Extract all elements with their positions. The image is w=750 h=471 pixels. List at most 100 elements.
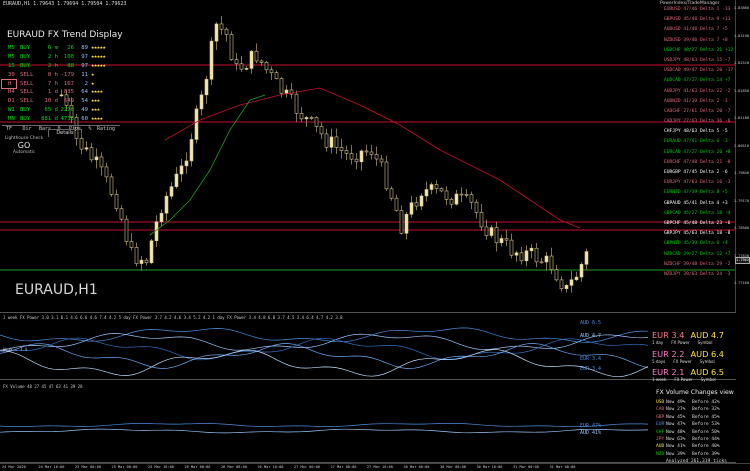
volume-cur: USD (656, 400, 665, 405)
trend-score: 60 (81, 116, 88, 123)
trend-score: 54 (81, 98, 88, 105)
fx-power-subwindow[interactable]: 1 week FX Power 3.0 3.1 6.1 4.6 6.6 4.6 … (0, 312, 736, 383)
trend-row-7[interactable]: W1 BUY 65 d 2270 49 ★★★ (2, 106, 120, 115)
trend-score: 11 (81, 71, 88, 78)
candle-body (374, 154, 379, 160)
fx-volume-line-0 (0, 423, 649, 428)
trend-stars: ★★★★★ (91, 62, 106, 69)
time-tick-8: 27 Mar 00:00 (294, 465, 320, 469)
trend-row-0[interactable]: M5 BUY 6 m 26 89 ★★★★★ (2, 44, 120, 53)
volume-cur: NZD (656, 451, 665, 457)
candle-body (419, 195, 424, 207)
candle-body (454, 193, 459, 205)
trend-stars: ★★★★ (91, 116, 103, 123)
candle-body (524, 250, 529, 262)
candle-body (309, 117, 314, 119)
fx-volume-lines (0, 423, 649, 434)
trend-rows: M5 BUY 6 m 26 89 ★★★★★ M5 BUY 2 h 100 97 ★★★★★ 15 BUY… (1, 44, 120, 124)
header-rating: Rating (96, 126, 116, 133)
candle-body (124, 218, 129, 242)
power-aud: AUD 6.4 (690, 348, 725, 359)
price-tick-6: 1.79840 (733, 171, 749, 175)
candle-body (339, 147, 344, 151)
details-tab[interactable]: Details (48, 129, 82, 137)
time-tick-7: 26 Mar 16:00 (257, 465, 284, 469)
candle-body (264, 62, 269, 71)
go-button[interactable]: GO (2, 142, 46, 150)
trend-stars: ★★★ (91, 107, 100, 114)
lighthouse-box: Lighthouse Check GO Automatic (2, 136, 46, 158)
candle-body (354, 158, 359, 163)
power-panel-values: EUR 2.1 AUD 6.5 (652, 368, 736, 377)
fx-volume-label: FX Volume 48 27 45 47 63 41 39 28 (3, 384, 83, 389)
candle-body (219, 23, 224, 30)
price-axis[interactable]: 1.83860 1.83190 1.82520 1.81850 1.81180 1.805… (733, 0, 750, 312)
trend-pips: 88 (67, 62, 74, 69)
trend-score: 49 (81, 107, 88, 114)
trend-row-4[interactable]: H SELL 7 h 167 2 ★ (1, 78, 120, 90)
trend-dir: SELL (20, 80, 34, 87)
power-panel-meta: 5 days FX Power Symbol (652, 359, 736, 364)
trend-stars: ★★★ (91, 98, 100, 105)
candle-body (549, 255, 554, 270)
candle-body (194, 108, 199, 140)
trend-row-6[interactable]: D1 SELL 10 d 549 54 ★★★ (2, 97, 120, 106)
candle-body (244, 68, 249, 70)
trend-row-5[interactable]: H4 SELL 1 d 835 64 ★★★★ (2, 88, 120, 97)
power-panel-2: EUR 2.1 AUD 6.5 1 week FX Power Symbol (652, 368, 736, 383)
candle-body (414, 202, 419, 207)
candle-body (269, 69, 274, 73)
time-tick-2: 25 Mar 00:00 (75, 465, 101, 469)
candle-body (369, 151, 374, 155)
trend-tf: D1 (8, 98, 15, 105)
price-tick-10: 1.77160 (733, 281, 749, 285)
trailing-red-line (164, 87, 581, 229)
volume-cur: CHF (656, 429, 665, 435)
trend-dir: SELL (20, 98, 34, 105)
volume-before: Before 32% (692, 407, 720, 413)
trend-row-3[interactable]: 30 SELL 8 h -179 11 ★ (2, 71, 120, 80)
fx-power-curr-2: EUR 3.4 (580, 356, 602, 362)
candle-body (574, 276, 579, 281)
header-pct: % (88, 126, 92, 133)
candle-body (99, 156, 104, 168)
candle-body (324, 133, 329, 148)
trend-score: 64 (81, 89, 88, 96)
candle-body (359, 150, 364, 163)
fx-power-label: 1 week FX Power 3.0 3.1 6.1 4.6 6.6 4.6 … (3, 315, 343, 320)
trend-dir: SELL (20, 89, 34, 96)
candle-body (304, 117, 309, 120)
power-eur: EUR 3.4 (652, 330, 685, 340)
candle-body (139, 259, 144, 264)
candle-body (249, 50, 254, 69)
candle-body (134, 247, 139, 264)
candle-body (204, 78, 209, 96)
volume-now: Now 49% (666, 400, 686, 405)
trend-tf: 15 (8, 62, 15, 69)
trend-bars: 1 d (47, 89, 58, 96)
time-tick-15: 31 Mar 08:00 (549, 465, 576, 469)
power-eur: EUR 2.1 (652, 367, 685, 377)
candle-body (94, 156, 99, 161)
candle-body (569, 279, 574, 286)
trend-row-8[interactable]: MN BUY 881 d 4715 60 ★★★★ (2, 115, 120, 124)
price-tick-0: 1.83860 (733, 6, 749, 10)
volume-changes-panel: FX Volume Changes view USD Now 49% Before … (652, 389, 736, 464)
power-ind: FX Power (671, 340, 690, 345)
candle-body (434, 184, 439, 189)
trend-row-1[interactable]: M5 BUY 2 h 100 97 ★★★★★ (2, 53, 120, 62)
trend-row-2[interactable]: 15 BUY 2 h 88 97 ★★★★★ (2, 62, 120, 71)
trend-dir: SELL (20, 71, 34, 78)
volume-now: Now 39% (666, 451, 686, 457)
power-sym: Symbol (699, 358, 715, 364)
candle-body (344, 150, 349, 154)
fx-volume-subwindow[interactable]: FX Volume 48 27 45 47 63 41 39 28 EUR 47… (0, 381, 736, 463)
weak-label: Weak = 3.4 (3, 347, 28, 352)
trend-tf: W1 (8, 107, 15, 114)
candle-body (489, 227, 494, 236)
time-axis[interactable]: 24 Mar 2020 24 Mar 16:00 25 Mar 00:00 25 Ma… (0, 463, 750, 471)
trend-stars: ★★★★★ (91, 45, 106, 51)
fx-volume-line-1 (0, 428, 649, 434)
trend-score: 97 (81, 62, 88, 69)
candle-body (164, 195, 169, 214)
